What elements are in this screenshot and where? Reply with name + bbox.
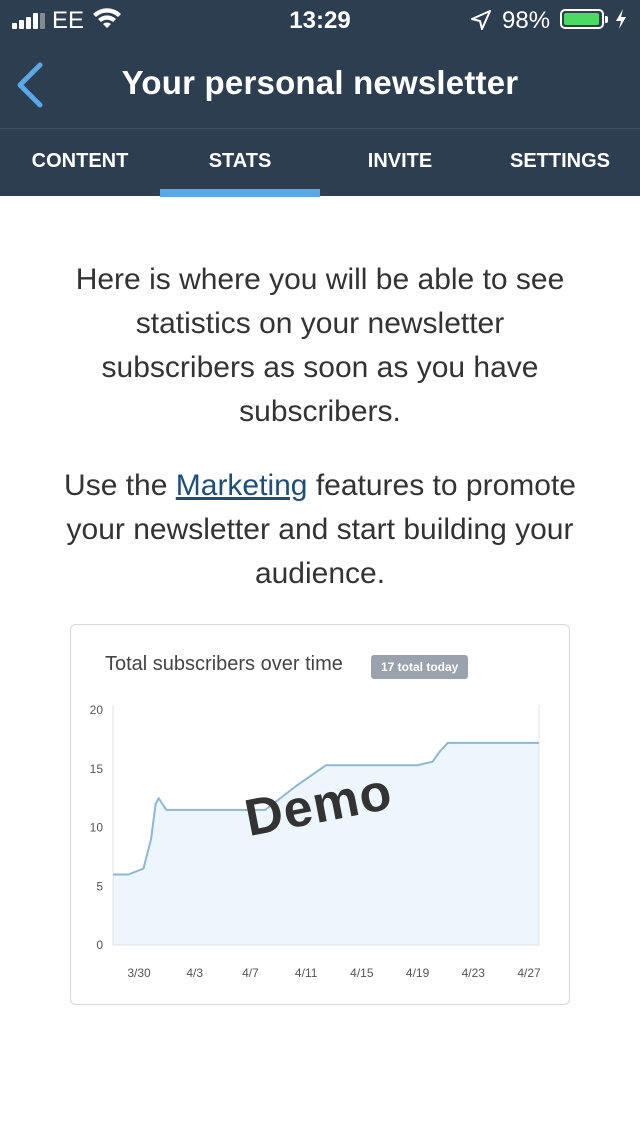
location-arrow-icon <box>470 9 492 38</box>
x-tick-label: 4/3 <box>186 966 203 980</box>
x-tick-label: 4/7 <box>242 966 259 980</box>
promo-text-before: Use the <box>64 469 176 502</box>
y-tick-label: 20 <box>90 703 104 717</box>
chart-title: Total subscribers over time <box>105 653 343 675</box>
x-tick-label: 4/15 <box>350 966 374 980</box>
total-today-badge: 17 total today <box>371 655 469 679</box>
status-bar: EE 13:29 98% <box>0 0 640 40</box>
charging-bolt-icon <box>614 8 628 37</box>
marketing-promo-text: Use the Marketing features to promote yo… <box>60 464 580 596</box>
battery-icon <box>560 9 608 29</box>
tab-bar: CONTENT STATS INVITE SETTINGS <box>0 128 640 197</box>
y-tick-label: 15 <box>90 762 104 776</box>
x-tick-label: 4/23 <box>462 966 486 980</box>
y-tick-label: 10 <box>90 821 104 835</box>
x-tick-label: 4/27 <box>517 966 541 980</box>
page-title: Your personal newsletter <box>121 64 519 101</box>
navigation-bar: Your personal newsletter <box>0 40 640 128</box>
tab-invite[interactable]: INVITE <box>320 129 480 196</box>
y-tick-label: 5 <box>96 879 103 893</box>
y-tick-label: 0 <box>96 938 103 952</box>
tab-settings[interactable]: SETTINGS <box>480 129 640 196</box>
tab-stats[interactable]: STATS <box>160 129 320 197</box>
battery-percentage: 98% <box>502 7 551 34</box>
stats-intro-text: Here is where you will be able to see st… <box>75 263 565 428</box>
x-tick-label: 4/11 <box>295 966 318 980</box>
tab-content[interactable]: CONTENT <box>0 129 160 196</box>
marketing-link[interactable]: Marketing <box>176 469 308 502</box>
x-tick-label: 3/30 <box>127 966 151 980</box>
x-tick-label: 4/19 <box>406 966 430 980</box>
